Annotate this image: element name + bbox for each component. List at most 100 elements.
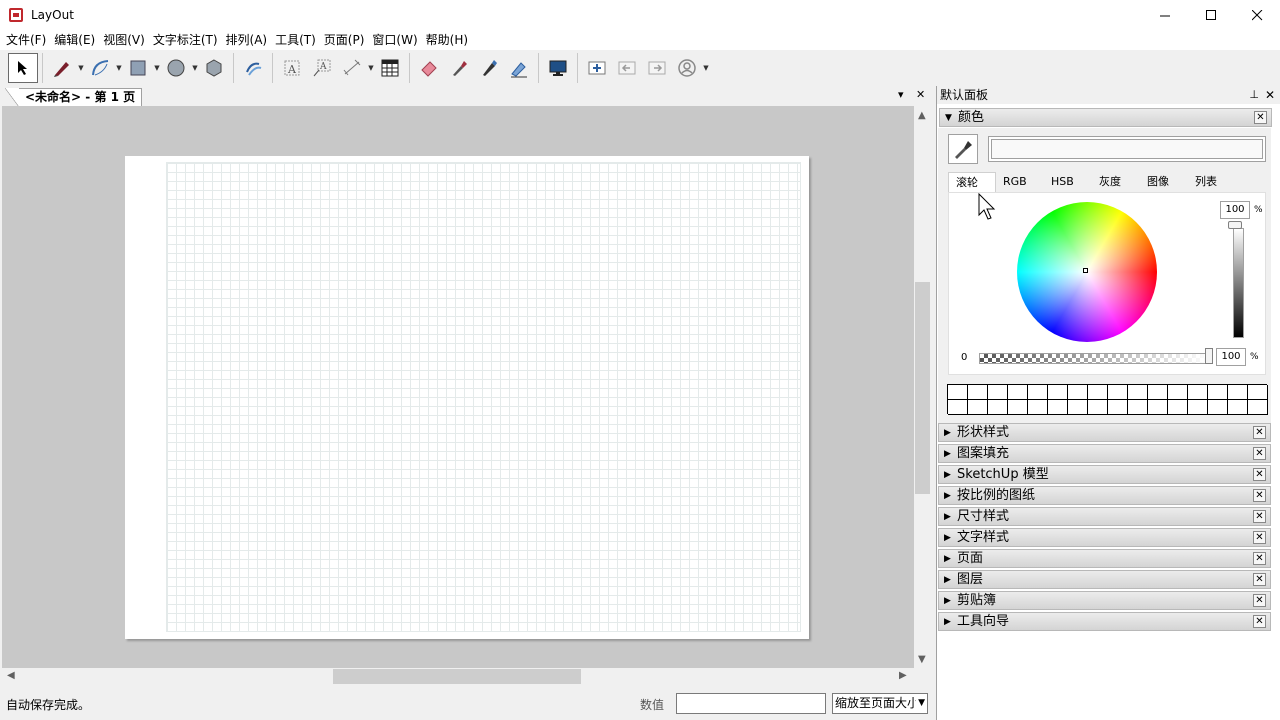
section-dimension-style[interactable]: ▶ 尺寸样式 ✕ bbox=[938, 507, 1271, 526]
section-text-style[interactable]: ▶ 文字样式 ✕ bbox=[938, 528, 1271, 547]
swatch-cell[interactable] bbox=[1188, 385, 1208, 400]
swatch-cell[interactable] bbox=[1228, 400, 1248, 415]
style-tool-button[interactable] bbox=[444, 53, 474, 83]
close-section-button[interactable]: ✕ bbox=[1253, 447, 1266, 460]
vertical-scrollbar[interactable]: ▲ ▼ bbox=[914, 106, 931, 668]
menu-pages[interactable]: 页面(P) bbox=[320, 30, 369, 50]
minimize-button[interactable] bbox=[1142, 0, 1188, 30]
close-section-button[interactable]: ✕ bbox=[1253, 426, 1266, 439]
section-scrapbooks[interactable]: ▶ 剪贴簿 ✕ bbox=[938, 591, 1271, 610]
menu-edit[interactable]: 编辑(E) bbox=[50, 30, 99, 50]
label-tool-button[interactable]: A bbox=[307, 53, 337, 83]
close-section-button[interactable]: ✕ bbox=[1253, 489, 1266, 502]
section-colors[interactable]: ▼ 颜色 ✕ bbox=[939, 108, 1272, 127]
swatch-cell[interactable] bbox=[1208, 385, 1228, 400]
eraser-tool-button[interactable] bbox=[414, 53, 444, 83]
menu-file[interactable]: 文件(F) bbox=[2, 30, 50, 50]
swatch-cell[interactable] bbox=[968, 400, 988, 415]
section-scaled-drawing[interactable]: ▶ 按比例的图纸 ✕ bbox=[938, 486, 1271, 505]
close-window-button[interactable] bbox=[1234, 0, 1280, 30]
section-shape-style[interactable]: ▶ 形状样式 ✕ bbox=[938, 423, 1271, 442]
swatch-cell[interactable] bbox=[1028, 400, 1048, 415]
previous-page-button[interactable] bbox=[612, 53, 642, 83]
brightness-input[interactable]: 100 bbox=[1220, 201, 1250, 219]
split-tool-button[interactable] bbox=[474, 53, 504, 83]
swatch-cell[interactable] bbox=[1248, 385, 1268, 400]
color-wheel-marker[interactable] bbox=[1083, 268, 1088, 273]
close-section-button[interactable]: ✕ bbox=[1253, 552, 1266, 565]
menu-help[interactable]: 帮助(H) bbox=[422, 30, 472, 50]
maximize-button[interactable] bbox=[1188, 0, 1234, 30]
menu-window[interactable]: 窗口(W) bbox=[368, 30, 421, 50]
close-section-button[interactable]: ✕ bbox=[1253, 531, 1266, 544]
circle-tool-button[interactable] bbox=[161, 53, 191, 83]
current-color-swatch[interactable] bbox=[988, 136, 1266, 162]
arc-dropdown[interactable]: ▼ bbox=[115, 53, 123, 83]
swatch-cell[interactable] bbox=[948, 385, 968, 400]
close-section-button[interactable]: ✕ bbox=[1253, 594, 1266, 607]
swatch-cell[interactable] bbox=[1068, 400, 1088, 415]
close-section-button[interactable]: ✕ bbox=[1254, 111, 1267, 124]
swatch-cell[interactable] bbox=[1228, 385, 1248, 400]
dimension-dropdown[interactable]: ▼ bbox=[367, 53, 375, 83]
next-page-button[interactable] bbox=[642, 53, 672, 83]
close-section-button[interactable]: ✕ bbox=[1253, 468, 1266, 481]
add-page-button[interactable] bbox=[582, 53, 612, 83]
rectangle-dropdown[interactable]: ▼ bbox=[153, 53, 161, 83]
close-section-button[interactable]: ✕ bbox=[1253, 573, 1266, 586]
text-tool-button[interactable]: A bbox=[277, 53, 307, 83]
color-eyedropper-button[interactable] bbox=[948, 134, 978, 164]
section-layers[interactable]: ▶ 图层 ✕ bbox=[938, 570, 1271, 589]
scroll-right-icon[interactable]: ▶ bbox=[899, 670, 907, 681]
horizontal-scroll-thumb[interactable] bbox=[333, 669, 581, 684]
tab-rgb[interactable]: RGB bbox=[996, 172, 1044, 192]
opacity-input[interactable]: 100 bbox=[1216, 348, 1246, 366]
swatch-cell[interactable] bbox=[948, 400, 968, 415]
horizontal-scrollbar[interactable]: ◀ ▶ bbox=[2, 668, 914, 685]
swatch-cell[interactable] bbox=[1088, 400, 1108, 415]
opacity-slider-thumb[interactable] bbox=[1205, 348, 1213, 364]
swatch-cell[interactable] bbox=[1028, 385, 1048, 400]
swatch-cell[interactable] bbox=[1008, 385, 1028, 400]
tab-wheel[interactable]: 滚轮 bbox=[948, 172, 996, 192]
swatch-cell[interactable] bbox=[1168, 400, 1188, 415]
join-tool-button[interactable] bbox=[504, 53, 534, 83]
swatch-cell[interactable] bbox=[1088, 385, 1108, 400]
swatch-cell[interactable] bbox=[1148, 400, 1168, 415]
section-instructor[interactable]: ▶ 工具向导 ✕ bbox=[938, 612, 1271, 631]
table-tool-button[interactable] bbox=[375, 53, 405, 83]
offset-tool-button[interactable] bbox=[238, 53, 268, 83]
color-wheel[interactable] bbox=[1017, 202, 1157, 342]
swatch-cell[interactable] bbox=[1048, 385, 1068, 400]
close-tray-button[interactable]: ✕ bbox=[1265, 86, 1275, 104]
scroll-up-icon[interactable]: ▲ bbox=[918, 110, 926, 121]
document-tab[interactable]: <未命名> - 第 1 页 bbox=[4, 88, 143, 107]
pencil-dropdown[interactable]: ▼ bbox=[77, 53, 85, 83]
menu-view[interactable]: 视图(V) bbox=[99, 30, 149, 50]
swatch-cell[interactable] bbox=[968, 385, 988, 400]
tab-image[interactable]: 图像 bbox=[1140, 172, 1188, 192]
user-dropdown[interactable]: ▼ bbox=[702, 53, 710, 83]
menu-text[interactable]: 文字标注(T) bbox=[149, 30, 222, 50]
scroll-down-icon[interactable]: ▼ bbox=[918, 654, 926, 665]
select-tool-button[interactable] bbox=[8, 53, 38, 83]
close-document-button[interactable]: ✕ bbox=[916, 88, 925, 101]
menu-tools[interactable]: 工具(T) bbox=[271, 30, 320, 50]
vertical-scroll-thumb[interactable] bbox=[915, 282, 930, 494]
tab-hsb[interactable]: HSB bbox=[1044, 172, 1092, 192]
swatch-cell[interactable] bbox=[988, 385, 1008, 400]
document-page[interactable] bbox=[125, 156, 809, 639]
tab-list[interactable]: 列表 bbox=[1188, 172, 1236, 192]
menu-arrange[interactable]: 排列(A) bbox=[222, 30, 272, 50]
polygon-tool-button[interactable] bbox=[199, 53, 229, 83]
brightness-slider-thumb[interactable] bbox=[1228, 221, 1242, 229]
swatch-cell[interactable] bbox=[1128, 400, 1148, 415]
tab-grayscale[interactable]: 灰度 bbox=[1092, 172, 1140, 192]
swatch-cell[interactable] bbox=[1108, 385, 1128, 400]
swatch-cell[interactable] bbox=[1128, 385, 1148, 400]
swatch-cell[interactable] bbox=[1188, 400, 1208, 415]
circle-dropdown[interactable]: ▼ bbox=[191, 53, 199, 83]
swatch-cell[interactable] bbox=[1008, 400, 1028, 415]
opacity-slider[interactable] bbox=[979, 353, 1211, 364]
drawing-canvas[interactable] bbox=[2, 106, 914, 668]
